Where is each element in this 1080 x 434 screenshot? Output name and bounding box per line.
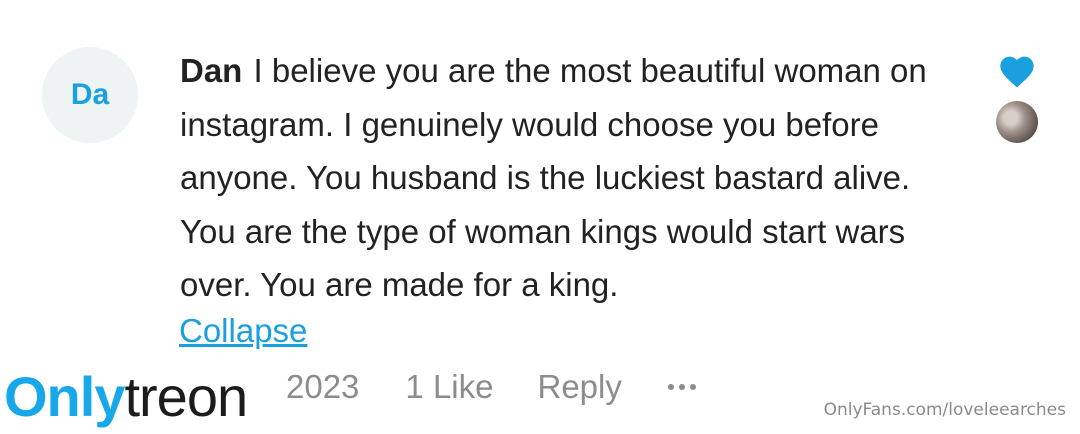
more-options-icon[interactable] (667, 384, 696, 390)
avatar-initials: Da (70, 78, 110, 111)
watermark-url: OnlyFans.com/loveleearches (823, 400, 1066, 420)
reply-button[interactable]: Reply (537, 368, 621, 406)
watermark-logo-part2: treon (124, 365, 248, 428)
heart-icon[interactable] (997, 51, 1037, 89)
comment-date: 2023 (286, 368, 360, 405)
comment-meta: 2023 1 Like Reply (286, 364, 696, 410)
comment-body: Dan I believe you are the most beautiful… (180, 44, 970, 312)
comment-text: I believe you are the most beautiful wom… (180, 52, 927, 303)
collapse-link[interactable]: Collapse (179, 312, 307, 350)
comment-author[interactable]: Dan (180, 52, 242, 89)
liker-avatar[interactable] (996, 101, 1038, 143)
avatar[interactable]: Da (42, 47, 138, 143)
like-count[interactable]: 1 Like (405, 368, 493, 406)
watermark-logo: Onlytreon (4, 362, 248, 432)
watermark-logo-part1: Only (4, 365, 125, 428)
